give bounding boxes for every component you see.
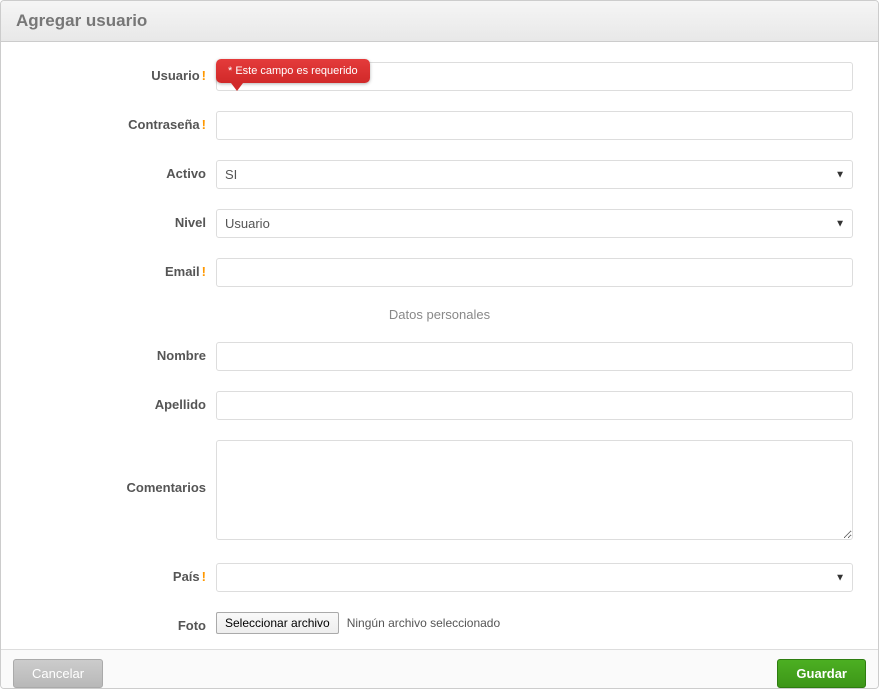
error-tooltip-usuario: * Este campo es requerido [216, 59, 370, 83]
row-nombre: Nombre [26, 342, 853, 371]
email-input[interactable] [216, 258, 853, 287]
apellido-input[interactable] [216, 391, 853, 420]
required-icon: ! [202, 117, 206, 132]
row-activo: Activo SI ▼ [26, 160, 853, 189]
required-icon: ! [202, 569, 206, 584]
modal-body: Usuario! * Este campo es requerido Contr… [1, 42, 878, 649]
label-comentarios: Comentarios [26, 440, 216, 495]
modal-title: Agregar usuario [16, 11, 863, 31]
row-contrasena: Contraseña! [26, 111, 853, 140]
modal-header: Agregar usuario [1, 1, 878, 42]
label-foto: Foto [26, 612, 216, 633]
label-apellido: Apellido [26, 391, 216, 412]
contrasena-input[interactable] [216, 111, 853, 140]
label-nivel: Nivel [26, 209, 216, 230]
section-personal-title: Datos personales [26, 307, 853, 322]
save-button[interactable]: Guardar [777, 659, 866, 688]
activo-select[interactable]: SI [216, 160, 853, 189]
row-pais: País! ▼ [26, 563, 853, 592]
file-status-text: Ningún archivo seleccionado [347, 616, 500, 630]
required-icon: ! [202, 68, 206, 83]
nombre-input[interactable] [216, 342, 853, 371]
modal-footer: Cancelar Guardar [1, 649, 878, 688]
row-nivel: Nivel Usuario ▼ [26, 209, 853, 238]
file-select-button[interactable]: Seleccionar archivo [216, 612, 339, 634]
comentarios-textarea[interactable] [216, 440, 853, 540]
label-nombre: Nombre [26, 342, 216, 363]
label-pais: País! [26, 563, 216, 584]
label-contrasena: Contraseña! [26, 111, 216, 132]
add-user-modal: Agregar usuario Usuario! * Este campo es… [0, 0, 879, 689]
row-usuario: Usuario! * Este campo es requerido [26, 62, 853, 91]
pais-select[interactable] [216, 563, 853, 592]
nivel-select[interactable]: Usuario [216, 209, 853, 238]
cancel-button[interactable]: Cancelar [13, 659, 103, 688]
row-comentarios: Comentarios [26, 440, 853, 543]
label-email: Email! [26, 258, 216, 279]
label-activo: Activo [26, 160, 216, 181]
row-foto: Foto Seleccionar archivo Ningún archivo … [26, 612, 853, 634]
row-apellido: Apellido [26, 391, 853, 420]
row-email: Email! [26, 258, 853, 287]
label-usuario: Usuario! [26, 62, 216, 83]
required-icon: ! [202, 264, 206, 279]
